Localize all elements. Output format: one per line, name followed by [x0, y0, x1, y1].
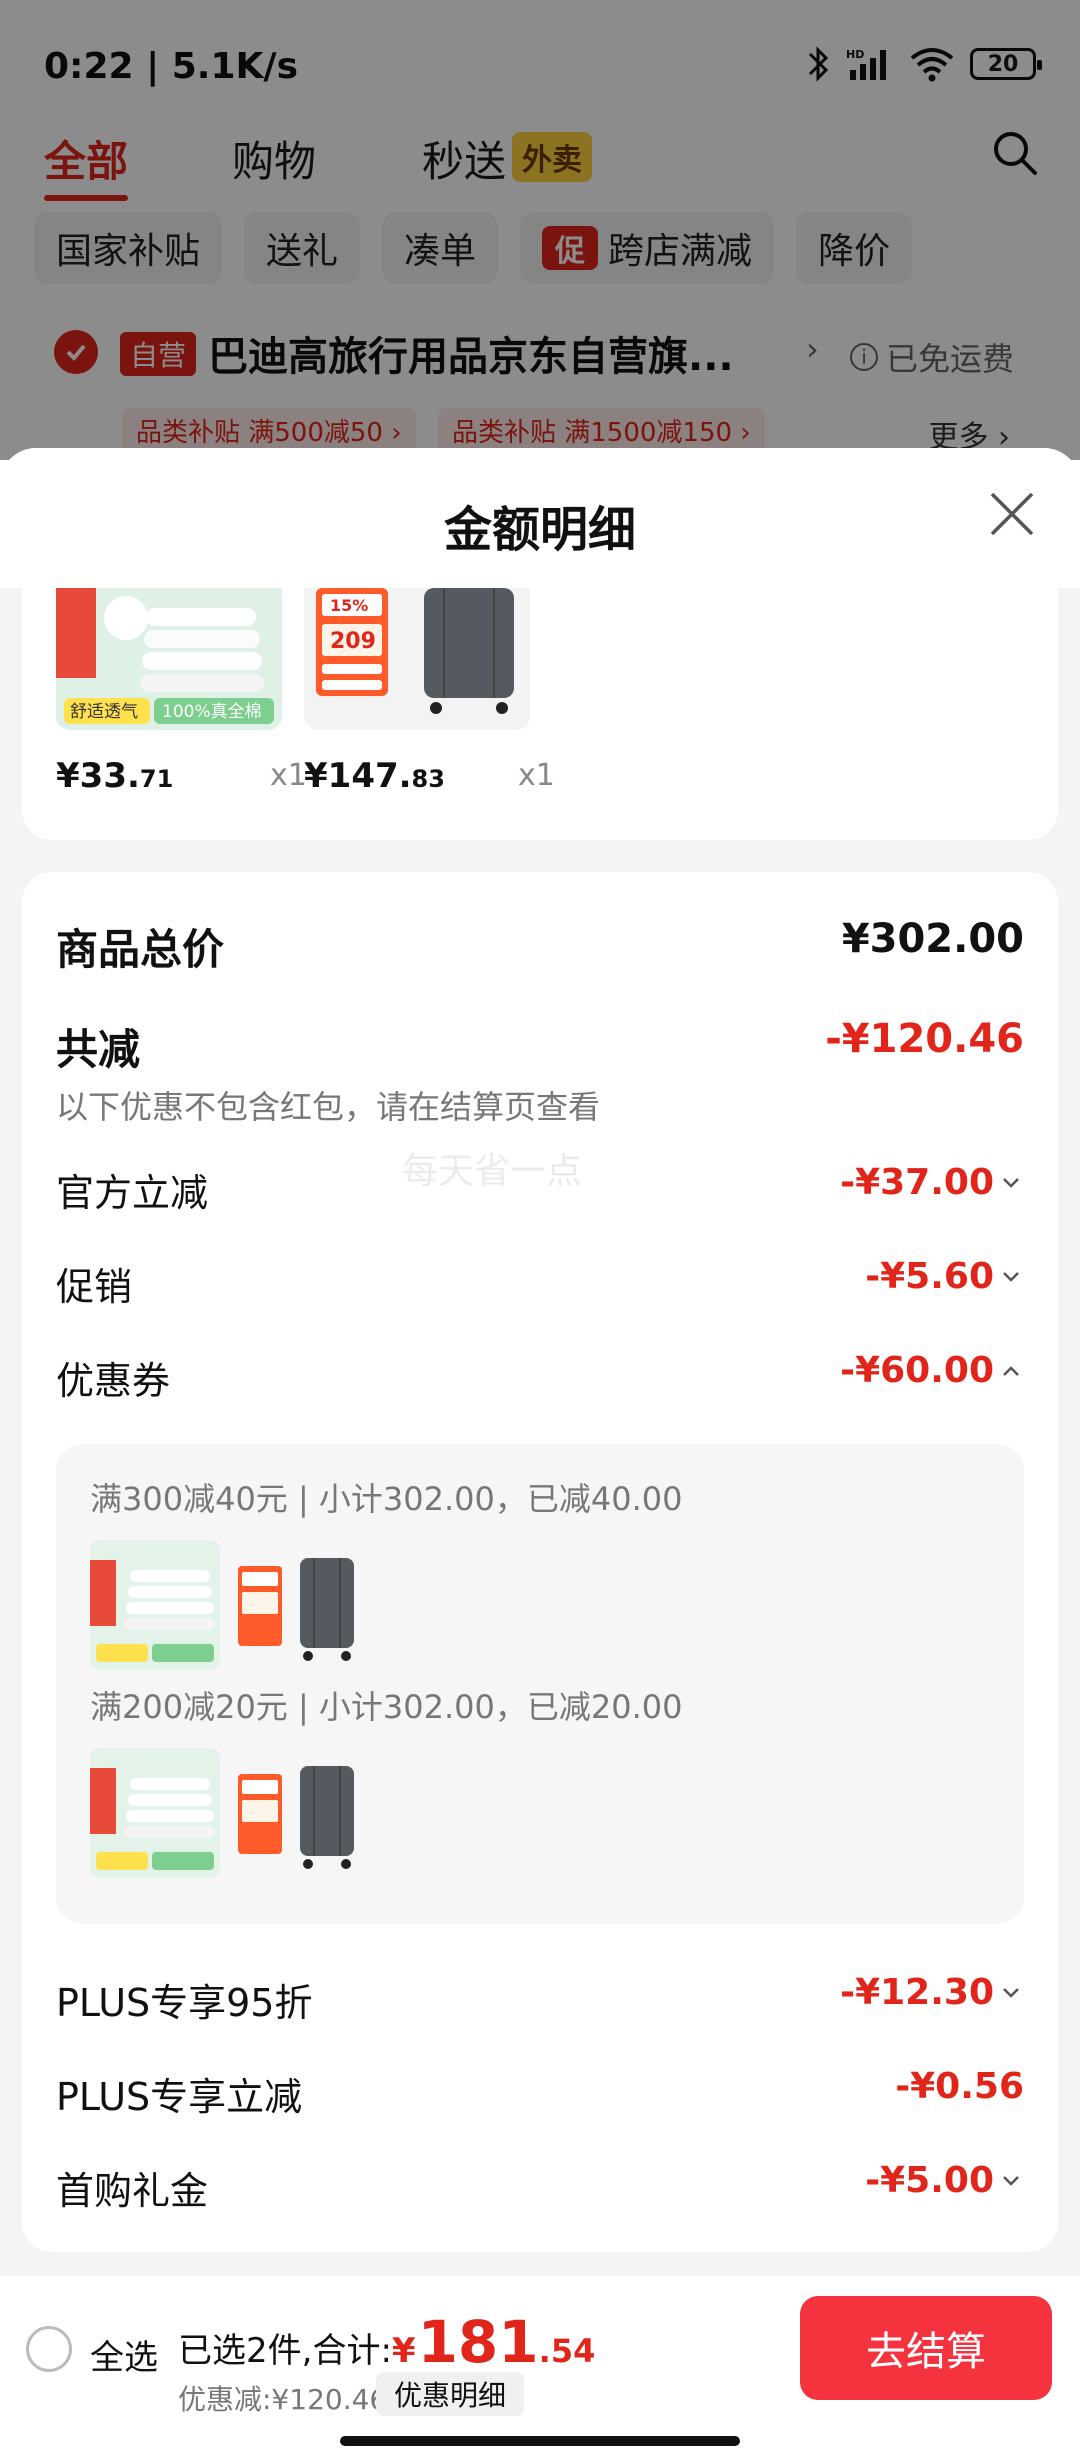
item-value: -¥5.60 [865, 1256, 1024, 1297]
product-image-suitcase: 15% 209 [304, 588, 530, 730]
towel-caption-text: 100%真全棉 [162, 702, 262, 722]
product-item[interactable]: 15% 209 ¥147.83 x1 [304, 588, 555, 796]
product-qty: x1 [270, 758, 307, 793]
total-row: 商品总价 ¥302.00 [56, 916, 1024, 976]
discount-label: 共减 [56, 1025, 141, 1074]
chevron-down-icon [1003, 1987, 1019, 1998]
chevron-down-icon [1003, 2175, 1019, 2186]
item-value-text: -¥60.00 [840, 1350, 994, 1391]
suitcase-thumb [232, 1540, 362, 1670]
sheet-header: 金额明细 [0, 448, 1080, 588]
close-icon[interactable] [986, 488, 1038, 540]
chevron-up-icon [1003, 1365, 1019, 1376]
item-label: PLUS专享立减 [56, 2075, 303, 2119]
towel-thumb [90, 1540, 220, 1670]
price-dec: 71 [139, 765, 174, 793]
product-price: ¥33.71 [56, 756, 173, 796]
item-value: -¥5.00 [865, 2160, 1024, 2201]
discount-value: -¥120.46 [825, 1016, 1024, 1062]
select-all-label[interactable]: 全选 [90, 2330, 158, 2379]
summary-currency: ¥ [391, 2331, 416, 2371]
coupon-detail-box: 满300减40元 | 小计302.00，已减40.00 满200减20元 | 小… [56, 1444, 1024, 1924]
item-label: 促销 [56, 1265, 133, 1309]
product-image-towels: 舒适透气 100%真全棉 [56, 588, 282, 730]
coupon-product-thumb [232, 1540, 362, 1670]
discount-item-row[interactable]: PLUS专享95折 -¥12.30 [56, 1972, 1024, 2028]
item-value-text: -¥0.56 [895, 2066, 1024, 2107]
suitcase-thumb [232, 1748, 362, 1878]
discount-item-row[interactable]: 优惠券 -¥60.00 [56, 1350, 1024, 1406]
discount-note: 以下优惠不包含红包，请在结算页查看 [56, 1088, 601, 1126]
products-card: 舒适透气 100%真全棉 ¥33.71 x1 15% 209 ¥147.83 x… [22, 588, 1058, 840]
discount-row: 共减 -¥120.46 以下优惠不包含红包，请在结算页查看 [56, 1016, 1024, 1136]
suitcase-price-text: 209 [330, 629, 376, 654]
towel-badge-text: 舒适透气 [70, 702, 138, 722]
discount-item-row[interactable]: 促销 -¥5.60 [56, 1256, 1024, 1312]
chevron-down-icon [1003, 1177, 1019, 1188]
item-label: PLUS专享95折 [56, 1981, 313, 2025]
item-value-text: -¥5.60 [865, 1256, 994, 1297]
item-value: -¥37.00 [840, 1162, 1024, 1203]
coupon-line: 满300减40元 | 小计302.00，已减40.00 [90, 1480, 683, 1518]
discount-detail-button[interactable]: 优惠明细 [376, 2372, 525, 2416]
coupon-product-thumb [232, 1748, 362, 1878]
amount-detail-sheet: 金额明细 舒适透气 100%真全棉 ¥33.71 x1 15% 209 ¥147… [0, 448, 1080, 2460]
suitcase-badge-text: 15% [330, 596, 368, 615]
sheet-title: 金额明细 [443, 502, 636, 558]
item-value: -¥0.56 [895, 2066, 1024, 2107]
home-indicator[interactable] [340, 2436, 740, 2446]
item-label: 优惠券 [56, 1359, 171, 1403]
select-all-radio[interactable] [26, 2326, 72, 2372]
product-item[interactable]: 舒适透气 100%真全棉 ¥33.71 x1 [56, 588, 307, 796]
product-qty: x1 [518, 758, 555, 793]
dim-overlay[interactable] [0, 0, 1080, 460]
checkout-bar: 全选 已选2件,合计: ¥ 181 .54 优惠减:¥120.46 优惠明细 去… [0, 2276, 1080, 2460]
product-price: ¥147.83 [304, 756, 445, 796]
price-dec: 83 [411, 765, 445, 793]
item-value-text: -¥37.00 [840, 1162, 994, 1203]
chevron-down-icon [1003, 1271, 1019, 1282]
coupon-product-thumb [90, 1540, 220, 1670]
towel-thumb [90, 1748, 220, 1878]
summary-total-dec: .54 [538, 2332, 596, 2370]
discount-item-row[interactable]: 首购礼金 -¥5.00 [56, 2160, 1024, 2216]
coupon-product-thumb [90, 1748, 220, 1878]
item-value: -¥12.30 [840, 1972, 1024, 2013]
item-label: 首购礼金 [56, 2169, 209, 2213]
total-label: 商品总价 [56, 925, 225, 974]
discount-item-row: PLUS专享立减 -¥0.56 [56, 2066, 1024, 2122]
summary-prefix: 已选2件,合计: [178, 2331, 392, 2371]
suitcase-image: 15% 209 [304, 588, 530, 730]
item-value-text: -¥12.30 [840, 1972, 994, 2013]
price-int: ¥33. [56, 756, 140, 796]
total-value: ¥302.00 [841, 916, 1024, 962]
item-value-text: -¥5.00 [865, 2160, 994, 2201]
coupon-line: 满200减20元 | 小计302.00，已减20.00 [90, 1688, 683, 1726]
summary-total-int: 181 [417, 2308, 539, 2376]
saved-amount: 优惠减:¥120.46 [178, 2383, 388, 2416]
item-label: 官方立减 [56, 1171, 209, 1215]
checkout-button[interactable]: 去结算 [800, 2296, 1052, 2400]
item-value: -¥60.00 [840, 1350, 1024, 1391]
price-int: ¥147. [304, 756, 412, 796]
detail-card: 商品总价 ¥302.00 共减 -¥120.46 以下优惠不包含红包，请在结算页… [22, 872, 1058, 2252]
towel-image: 舒适透气 100%真全棉 [56, 588, 282, 730]
discount-item-row[interactable]: 官方立减 -¥37.00 [56, 1162, 1024, 1218]
total-summary: 已选2件,合计: ¥ 181 .54 [178, 2308, 595, 2376]
